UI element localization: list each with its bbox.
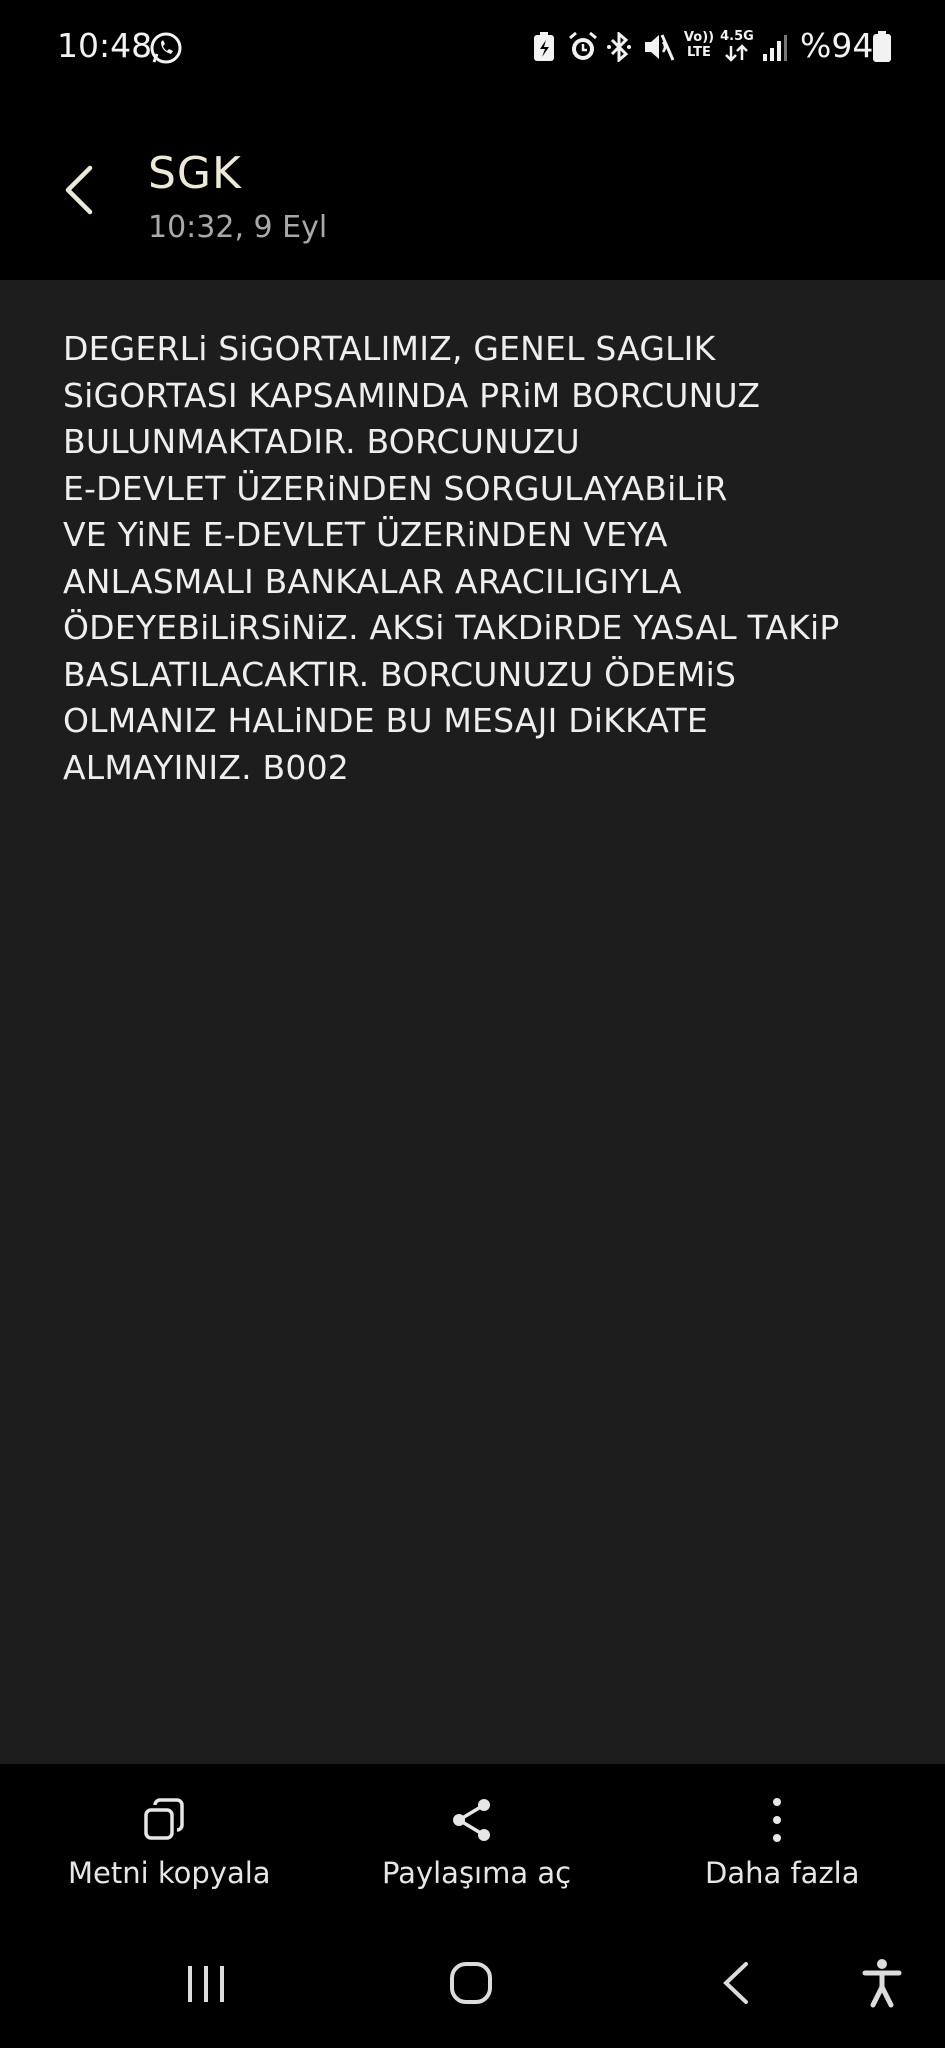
- status-time: 10:48: [57, 26, 153, 65]
- message-content-area: DEGERLi SiGORTALIMIZ, GENEL SAGLIK SiGOR…: [0, 280, 945, 1764]
- mute-icon: [645, 34, 674, 61]
- more-vertical-icon: [773, 1798, 781, 1842]
- share-icon: [453, 1799, 490, 1841]
- message-timestamp: 10:32, 9 Eyl: [148, 210, 328, 245]
- share-button[interactable]: Paylaşıma aç: [330, 1764, 615, 1924]
- whatsapp-icon: [150, 32, 182, 64]
- share-label: Paylaşıma aç: [382, 1856, 572, 1890]
- volte-icon: Vo)) LTE: [683, 30, 715, 60]
- sender-name: SGK: [148, 148, 242, 199]
- battery-saver-icon: [534, 32, 554, 61]
- conversation-header: SGK 10:32, 9 Eyl: [0, 92, 945, 280]
- copy-text-label: Metni kopyala: [68, 1856, 271, 1890]
- action-bar: Metni kopyala Paylaşıma aç Daha fazla: [0, 1764, 945, 1924]
- status-bar: 10:48 Vo)) LTE 4.5G %94: [0, 0, 945, 92]
- more-options-label: Daha fazla: [705, 1856, 860, 1890]
- screen: 10:48 Vo)) LTE 4.5G %94 SGK 10:32, 9 Eyl…: [0, 0, 945, 2048]
- battery-icon: [873, 31, 891, 62]
- battery-percent: %94: [800, 26, 874, 65]
- more-options-button[interactable]: Daha fazla: [615, 1764, 945, 1924]
- back-arrow-icon[interactable]: [56, 162, 106, 218]
- navigation-bar: [0, 1924, 945, 2048]
- signal-icon: [763, 35, 787, 61]
- nav-back-icon[interactable]: [720, 1960, 752, 2006]
- home-icon[interactable]: [448, 1960, 494, 2006]
- alarm-icon: [569, 32, 597, 60]
- network-type-label: 4.5G: [720, 29, 754, 44]
- 4.5g-data-icon: 4.5G: [720, 30, 754, 66]
- accessibility-icon[interactable]: [862, 1958, 902, 2008]
- message-body: DEGERLi SiGORTALIMIZ, GENEL SAGLIK SiGOR…: [63, 329, 840, 787]
- bluetooth-icon: [607, 32, 631, 62]
- recent-apps-icon[interactable]: [184, 1962, 228, 2006]
- copy-icon: [144, 1798, 184, 1840]
- copy-text-button[interactable]: Metni kopyala: [0, 1764, 330, 1924]
- data-arrows-icon: [725, 44, 748, 62]
